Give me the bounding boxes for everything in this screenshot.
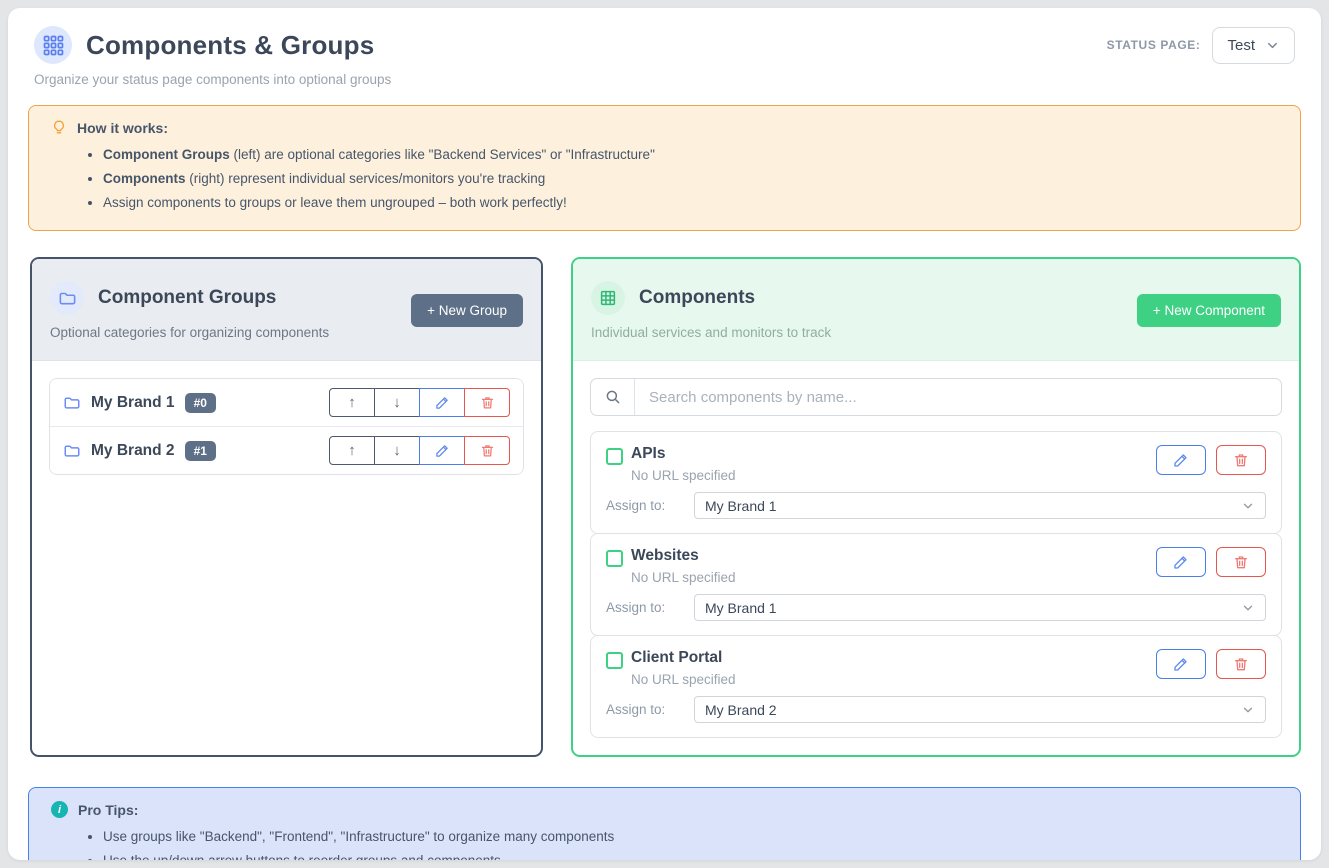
group-list: My Brand 1 #0 ↑ ↓ My [49, 378, 524, 475]
callout-bullet: Use groups like "Backend", "Frontend", "… [103, 825, 1278, 849]
assign-to-label: Assign to: [606, 498, 694, 513]
delete-group-button[interactable] [464, 388, 510, 417]
callout-bullet: Assign components to groups or leave the… [103, 191, 1278, 215]
component-name: APIs [631, 445, 736, 463]
group-order-badge: #0 [185, 393, 216, 413]
page-header: Components & Groups STATUS PAGE: Test Or… [8, 8, 1321, 87]
assigned-group-value: My Brand 2 [705, 702, 777, 718]
pro-tips-title: Pro Tips: [78, 802, 138, 818]
group-name: My Brand 2 [91, 442, 175, 460]
search-components-input[interactable] [635, 379, 1281, 415]
move-group-down-button[interactable]: ↓ [374, 388, 420, 417]
new-group-button[interactable]: + New Group [411, 294, 523, 327]
folder-icon [50, 281, 84, 315]
move-group-up-button[interactable]: ↑ [329, 436, 375, 465]
move-group-up-button[interactable]: ↑ [329, 388, 375, 417]
component-url-note: No URL specified [631, 570, 736, 585]
component-url-note: No URL specified [631, 672, 736, 687]
group-name: My Brand 1 [91, 394, 175, 412]
component-name: Client Portal [631, 649, 736, 667]
how-it-works-title: How it works: [77, 120, 168, 136]
edit-group-button[interactable] [419, 388, 465, 417]
edit-component-button[interactable] [1156, 445, 1206, 475]
folder-icon [63, 442, 81, 460]
component-status-icon [606, 448, 623, 465]
assign-group-select[interactable]: My Brand 2 [694, 696, 1266, 723]
chevron-down-icon [1265, 38, 1280, 53]
table-grid-icon [591, 281, 625, 315]
component-card: Websites No URL specified Assign to: [590, 533, 1282, 636]
component-groups-panel: Component Groups Optional categories for… [30, 257, 543, 757]
components-panel-title: Components [639, 287, 755, 309]
assigned-group-value: My Brand 1 [705, 600, 777, 616]
status-page-value: Test [1227, 37, 1255, 54]
pro-tips-callout: i Pro Tips: Use groups like "Backend", "… [28, 787, 1301, 860]
search-icon [591, 379, 635, 415]
edit-group-button[interactable] [419, 436, 465, 465]
group-actions: ↑ ↓ [329, 388, 510, 417]
component-search [590, 378, 1282, 416]
components-panel-header: Components Individual services and monit… [573, 259, 1299, 361]
delete-component-button[interactable] [1216, 445, 1266, 475]
group-row: My Brand 1 #0 ↑ ↓ [50, 379, 523, 426]
assign-to-label: Assign to: [606, 702, 694, 717]
edit-component-button[interactable] [1156, 547, 1206, 577]
components-panel-subtitle: Individual services and monitors to trac… [591, 325, 831, 340]
groups-panel-header: Component Groups Optional categories for… [32, 259, 541, 361]
callout-bullet: Use the up/down arrow buttons to reorder… [103, 849, 1278, 860]
group-order-badge: #1 [185, 441, 216, 461]
component-list: APIs No URL specified Assign to: M [590, 431, 1282, 738]
how-it-works-callout: How it works: Component Groups (left) ar… [28, 105, 1301, 231]
component-status-icon [606, 550, 623, 567]
component-status-icon [606, 652, 623, 669]
callout-bullet: Component Groups (left) are optional cat… [103, 143, 1278, 167]
move-group-down-button[interactable]: ↓ [374, 436, 420, 465]
group-actions: ↑ ↓ [329, 436, 510, 465]
callout-bullet: Components (right) represent individual … [103, 167, 1278, 191]
info-icon: i [51, 801, 68, 818]
assign-to-label: Assign to: [606, 600, 694, 615]
panels-row: Component Groups Optional categories for… [30, 257, 1301, 757]
lightbulb-icon [51, 119, 67, 136]
main-card: Components & Groups STATUS PAGE: Test Or… [8, 8, 1321, 860]
apps-grid-icon [34, 26, 72, 64]
pro-tips-list: Use groups like "Backend", "Frontend", "… [103, 825, 1278, 860]
page-title: Components & Groups [86, 30, 374, 61]
page-subtitle: Organize your status page components int… [34, 72, 1295, 87]
status-page-select[interactable]: Test [1212, 27, 1295, 64]
delete-component-button[interactable] [1216, 649, 1266, 679]
component-card: Client Portal No URL specified Assign to… [590, 635, 1282, 738]
how-it-works-list: Component Groups (left) are optional cat… [103, 143, 1278, 215]
groups-panel-subtitle: Optional categories for organizing compo… [50, 325, 329, 340]
groups-panel-title: Component Groups [98, 287, 276, 309]
component-url-note: No URL specified [631, 468, 736, 483]
edit-component-button[interactable] [1156, 649, 1206, 679]
components-panel: Components Individual services and monit… [571, 257, 1301, 757]
assign-group-select[interactable]: My Brand 1 [694, 492, 1266, 519]
status-page-label: STATUS PAGE: [1107, 38, 1201, 52]
assign-group-select[interactable]: My Brand 1 [694, 594, 1266, 621]
new-component-button[interactable]: + New Component [1137, 294, 1281, 327]
chevron-down-icon [1241, 703, 1255, 717]
group-row: My Brand 2 #1 ↑ ↓ [50, 426, 523, 474]
component-name: Websites [631, 547, 736, 565]
folder-icon [63, 394, 81, 412]
component-card: APIs No URL specified Assign to: M [590, 431, 1282, 534]
delete-group-button[interactable] [464, 436, 510, 465]
assigned-group-value: My Brand 1 [705, 498, 777, 514]
chevron-down-icon [1241, 601, 1255, 615]
delete-component-button[interactable] [1216, 547, 1266, 577]
chevron-down-icon [1241, 499, 1255, 513]
